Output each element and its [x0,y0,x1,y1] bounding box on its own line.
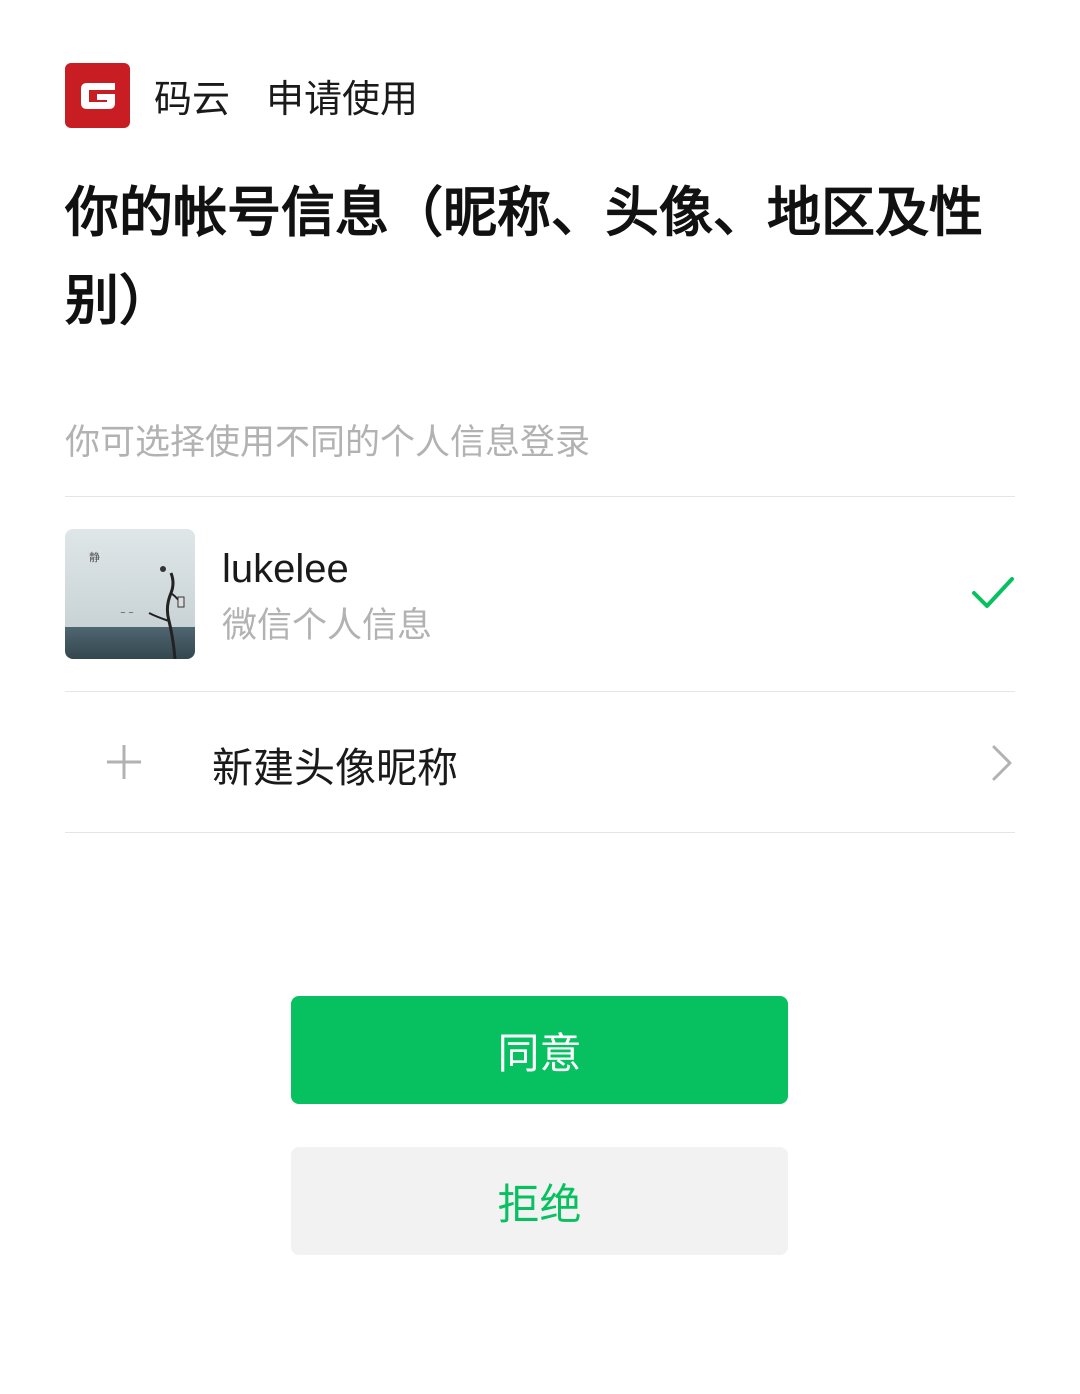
reject-button[interactable]: 拒绝 [291,1147,788,1255]
gitee-logo-icon [65,63,130,128]
checkmark-icon [972,577,1014,608]
new-profile-option[interactable]: 新建头像昵称 [65,692,1015,832]
request-text: 申请使用 [266,77,419,121]
account-nickname: lukelee [222,547,349,591]
agree-button[interactable]: 同意 [291,996,788,1104]
divider [65,832,1015,833]
new-profile-label: 新建头像昵称 [212,744,458,792]
account-description: 微信个人信息 [222,606,433,646]
svg-text:静: 静 [89,550,100,564]
authorization-page: 码云 申请使用 你的帐号信息（昵称、头像、地区及性别） 你可选择使用不同的个人信… [0,0,1080,1394]
app-header: 码云 申请使用 [65,63,418,128]
account-option-wechat[interactable]: 静 ~ ~ lukelee 微信个人信息 [65,497,1015,691]
svg-text:~ ~: ~ ~ [120,609,134,617]
chevron-right-icon [992,745,1012,781]
avatar: 静 ~ ~ [65,529,195,659]
page-title: 你的帐号信息（昵称、头像、地区及性别） [65,180,983,332]
plus-icon [107,745,141,779]
page-subtitle: 你可选择使用不同的个人信息登录 [65,423,591,463]
app-name: 码云 [154,77,231,121]
